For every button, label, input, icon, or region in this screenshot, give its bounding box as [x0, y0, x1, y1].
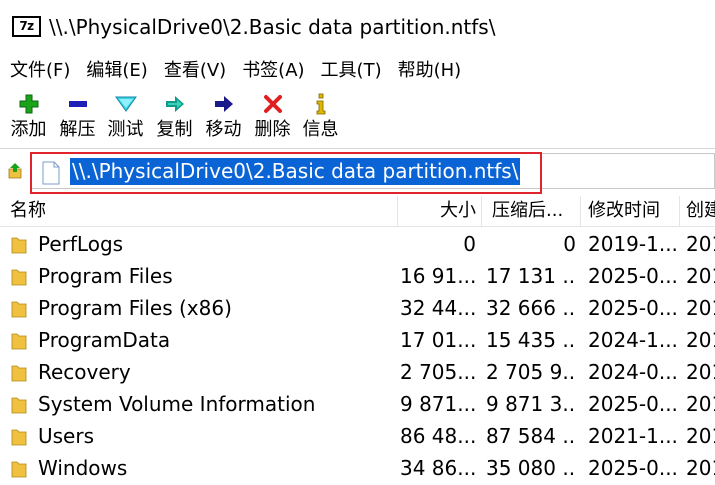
column-divider[interactable]: [679, 196, 680, 226]
column-header-packed[interactable]: 压缩后...: [492, 196, 578, 226]
folder-icon: [11, 301, 27, 318]
list-item[interactable]: Windows 34 86... 35 080 ... 2025-0... 20…: [0, 452, 715, 484]
item-packed-size: 2 705 9...: [486, 360, 576, 384]
menu-edit[interactable]: 编辑(E): [78, 56, 155, 86]
menu-view[interactable]: 查看(V): [156, 56, 234, 86]
column-header-size[interactable]: 大小: [398, 196, 476, 226]
item-created: 201: [686, 456, 715, 480]
item-packed-size: 9 871 3...: [486, 392, 576, 416]
delete-icon: [248, 92, 297, 116]
list-item[interactable]: Program Files (x86) 32 44... 32 666 ... …: [0, 292, 715, 324]
folder-icon: [11, 333, 27, 350]
item-packed-size: 0: [563, 232, 576, 256]
item-modified: 2024-0...: [588, 360, 676, 384]
item-size: 0: [463, 232, 476, 256]
item-size: 2 705...: [400, 360, 476, 384]
column-header-name[interactable]: 名称: [10, 196, 390, 226]
item-name: System Volume Information: [38, 392, 316, 416]
info-label: 信息: [302, 119, 339, 140]
menu-tools[interactable]: 工具(T): [313, 56, 390, 86]
add-button[interactable]: 添加: [4, 88, 53, 146]
list-item[interactable]: ProgramData 17 01... 15 435 ... 2024-1..…: [0, 324, 715, 356]
folder-up-icon[interactable]: [8, 163, 22, 179]
item-created: 201: [686, 328, 715, 352]
item-size: 86 48...: [400, 424, 476, 448]
item-created: 201: [686, 360, 715, 384]
file-list: PerfLogs 0 0 2019-1... 201 Program Files…: [0, 228, 715, 484]
menu-bookmarks[interactable]: 书签(A): [234, 56, 312, 86]
item-created: 201: [686, 296, 715, 320]
menu-file[interactable]: 文件(F): [0, 56, 78, 86]
item-modified: 2025-0...: [588, 296, 676, 320]
menu-help[interactable]: 帮助(H): [390, 56, 470, 86]
folder-icon: [11, 269, 27, 286]
extract-button[interactable]: 解压: [53, 88, 102, 146]
item-modified: 2025-0...: [588, 264, 676, 288]
window-title: \\.\PhysicalDrive0\2.Basic data partitio…: [49, 15, 496, 39]
item-modified: 2021-1...: [588, 424, 676, 448]
column-header-modified[interactable]: 修改时间: [588, 196, 674, 226]
item-size: 17 01...: [400, 328, 476, 352]
item-size: 9 871...: [400, 392, 476, 416]
item-packed-size: 15 435 ...: [486, 328, 576, 352]
copy-icon: [150, 92, 199, 116]
folder-icon: [11, 365, 27, 382]
list-header: 名称 大小 压缩后... 修改时间 创建: [0, 196, 715, 227]
add-icon: [4, 92, 53, 116]
item-packed-size: 17 131 ...: [486, 264, 576, 288]
item-modified: 2025-0...: [588, 392, 676, 416]
test-icon: [101, 92, 150, 116]
address-bar: \\.\PhysicalDrive0\2.Basic data partitio…: [0, 148, 715, 195]
folder-icon: [11, 237, 27, 254]
item-packed-size: 35 080 ...: [486, 456, 576, 480]
item-packed-size: 87 584 ...: [486, 424, 576, 448]
item-created: 201: [686, 264, 715, 288]
list-item[interactable]: Recovery 2 705... 2 705 9... 2024-0... 2…: [0, 356, 715, 388]
item-size: 34 86...: [400, 456, 476, 480]
title-bar: 7z \\.\PhysicalDrive0\2.Basic data parti…: [0, 0, 715, 56]
folder-icon: [11, 397, 27, 414]
address-path-text[interactable]: \\.\PhysicalDrive0\2.Basic data partitio…: [70, 158, 521, 185]
list-item[interactable]: Users 86 48... 87 584 ... 2021-1... 201: [0, 420, 715, 452]
list-item[interactable]: PerfLogs 0 0 2019-1... 201: [0, 228, 715, 260]
item-size: 32 44...: [400, 296, 476, 320]
item-modified: 2019-1...: [588, 232, 676, 256]
column-divider[interactable]: [580, 196, 581, 226]
folder-icon: [11, 429, 27, 446]
item-name: Windows: [38, 456, 128, 480]
file-icon: [42, 161, 60, 185]
7zip-app-icon[interactable]: 7z: [12, 16, 41, 37]
column-header-created[interactable]: 创建: [686, 196, 715, 226]
toolbar: 添加 解压 测试 复制 移动 删除 信息: [0, 88, 715, 146]
extract-icon: [53, 92, 102, 116]
item-created: 201: [686, 392, 715, 416]
item-size: 16 91...: [400, 264, 476, 288]
list-item[interactable]: System Volume Information 9 871... 9 871…: [0, 388, 715, 420]
column-divider[interactable]: [481, 196, 482, 226]
item-name: ProgramData: [38, 328, 171, 352]
item-created: 201: [686, 424, 715, 448]
item-created: 201: [686, 232, 715, 256]
item-name: Users: [38, 424, 95, 448]
item-name: Program Files (x86): [38, 296, 232, 320]
info-button[interactable]: 信息: [296, 88, 345, 146]
item-name: Recovery: [38, 360, 131, 384]
item-packed-size: 32 666 ...: [486, 296, 576, 320]
move-icon: [199, 92, 248, 116]
info-icon: [296, 92, 345, 116]
delete-button[interactable]: 删除: [248, 88, 297, 146]
item-modified: 2025-0...: [588, 456, 676, 480]
copy-button[interactable]: 复制: [150, 88, 199, 146]
list-item[interactable]: Program Files 16 91... 17 131 ... 2025-0…: [0, 260, 715, 292]
item-modified: 2024-1...: [588, 328, 676, 352]
menu-bar: 文件(F) 编辑(E) 查看(V) 书签(A) 工具(T) 帮助(H): [0, 56, 715, 86]
folder-icon: [11, 461, 27, 478]
item-name: Program Files: [38, 264, 173, 288]
item-name: PerfLogs: [38, 232, 124, 256]
test-button[interactable]: 测试: [101, 88, 150, 146]
move-button[interactable]: 移动: [199, 88, 248, 146]
